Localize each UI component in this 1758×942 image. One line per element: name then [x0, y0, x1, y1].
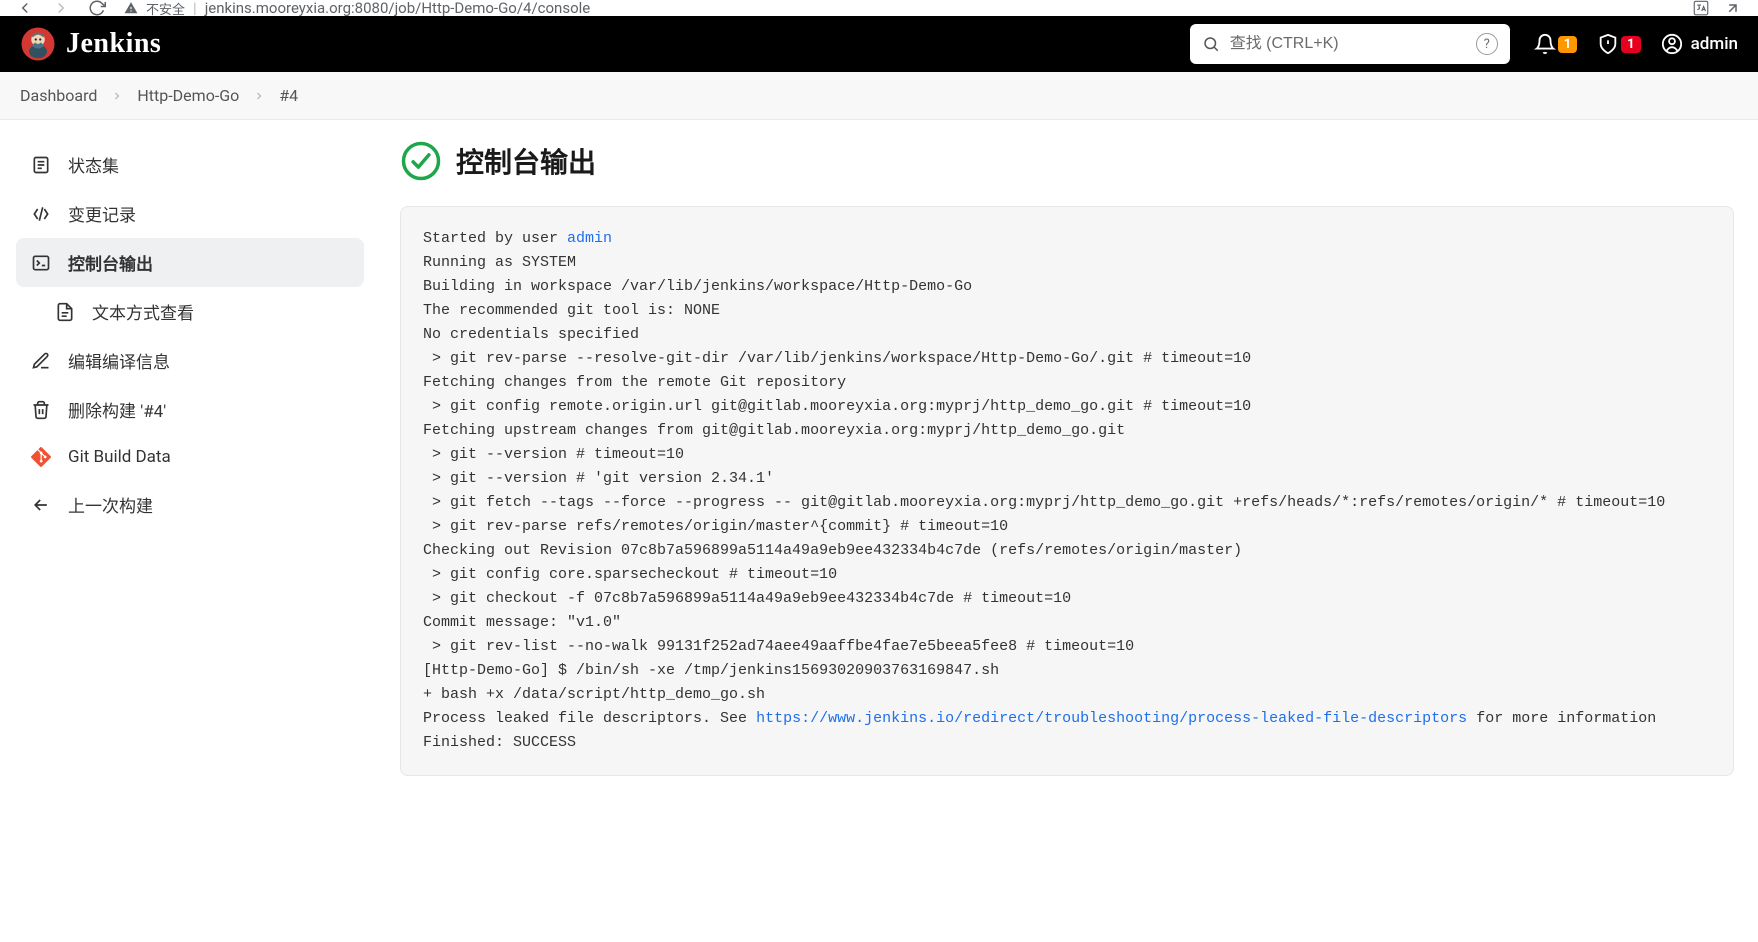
sidebar-item-label: 状态集 — [68, 152, 119, 177]
sidebar-item-delete-build[interactable]: 删除构建 '#4' — [16, 385, 364, 434]
bell-icon — [1534, 33, 1556, 55]
browser-reload-icon[interactable] — [88, 0, 106, 17]
arrow-left-icon — [30, 494, 52, 516]
sidebar: 状态集 变更记录 控制台输出 文本方式查看 编辑编译信息 — [0, 120, 380, 816]
trash-icon — [30, 399, 52, 421]
terminal-icon — [30, 252, 52, 274]
build-success-icon — [400, 140, 442, 182]
chevron-right-icon — [253, 90, 265, 102]
browser-back-icon[interactable] — [16, 0, 34, 17]
console-text-pre: Started by user — [423, 230, 567, 247]
insecure-icon — [124, 1, 138, 15]
breadcrumb-build[interactable]: #4 — [279, 86, 298, 105]
security-alerts-button[interactable]: 1 — [1597, 33, 1640, 55]
username-label: admin — [1691, 34, 1738, 54]
changes-icon — [30, 203, 52, 225]
page-title: 控制台输出 — [456, 141, 596, 181]
sidebar-item-label: 变更记录 — [68, 201, 136, 226]
sidebar-item-label: 编辑编译信息 — [68, 348, 170, 373]
browser-chrome-bar: 不安全 | jenkins.mooreyxia.org:8080/job/Htt… — [0, 0, 1758, 16]
jenkins-logo-icon — [20, 26, 56, 62]
console-user-link[interactable]: admin — [567, 230, 612, 247]
shield-icon — [1597, 33, 1619, 55]
user-icon — [1661, 33, 1683, 55]
main-content: 控制台输出 Started by user admin Running as S… — [380, 120, 1758, 816]
jenkins-logo-area[interactable]: Jenkins — [20, 26, 161, 62]
search-help-icon[interactable]: ? — [1476, 33, 1498, 55]
sidebar-item-status[interactable]: 状态集 — [16, 140, 364, 189]
status-icon — [30, 154, 52, 176]
sidebar-item-console-output[interactable]: 控制台输出 — [16, 238, 364, 287]
breadcrumb: Dashboard Http-Demo-Go #4 — [0, 72, 1758, 120]
translate-icon[interactable] — [1692, 0, 1710, 17]
insecure-label: 不安全 — [146, 0, 185, 18]
url-text[interactable]: jenkins.mooreyxia.org:8080/job/Http-Demo… — [205, 0, 591, 17]
edit-icon — [30, 350, 52, 372]
browser-forward-icon[interactable] — [52, 0, 70, 17]
breadcrumb-job[interactable]: Http-Demo-Go — [137, 86, 239, 105]
notifications-badge: 1 — [1558, 36, 1577, 53]
breadcrumb-dashboard[interactable]: Dashboard — [20, 86, 97, 105]
sidebar-item-plain-text[interactable]: 文本方式查看 — [40, 287, 364, 336]
console-leak-link[interactable]: https://www.jenkins.io/redirect/troubles… — [756, 710, 1467, 727]
git-icon — [30, 446, 52, 468]
notifications-button[interactable]: 1 — [1534, 33, 1577, 55]
sidebar-item-label: 控制台输出 — [68, 250, 153, 275]
sidebar-item-label: 删除构建 '#4' — [68, 397, 166, 422]
sidebar-item-changes[interactable]: 变更记录 — [16, 189, 364, 238]
share-icon[interactable] — [1724, 0, 1742, 17]
sidebar-item-git-build-data[interactable]: Git Build Data — [16, 434, 364, 480]
console-output: Started by user admin Running as SYSTEM … — [400, 206, 1734, 776]
sidebar-item-previous-build[interactable]: 上一次构建 — [16, 480, 364, 529]
sidebar-item-edit-build-info[interactable]: 编辑编译信息 — [16, 336, 364, 385]
search-icon — [1202, 35, 1220, 53]
jenkins-header: Jenkins ? 1 1 admin — [0, 16, 1758, 72]
sidebar-item-label: 文本方式查看 — [92, 299, 194, 324]
jenkins-logo-text: Jenkins — [66, 28, 161, 60]
user-menu[interactable]: admin — [1661, 33, 1738, 55]
sidebar-item-label: Git Build Data — [68, 447, 171, 467]
header-search-box[interactable]: ? — [1190, 24, 1510, 64]
console-text-body: Running as SYSTEM Building in workspace … — [423, 254, 1665, 727]
chevron-right-icon — [111, 90, 123, 102]
file-text-icon — [54, 301, 76, 323]
search-input[interactable] — [1230, 35, 1466, 53]
security-badge: 1 — [1621, 36, 1640, 53]
sidebar-item-label: 上一次构建 — [68, 492, 153, 517]
